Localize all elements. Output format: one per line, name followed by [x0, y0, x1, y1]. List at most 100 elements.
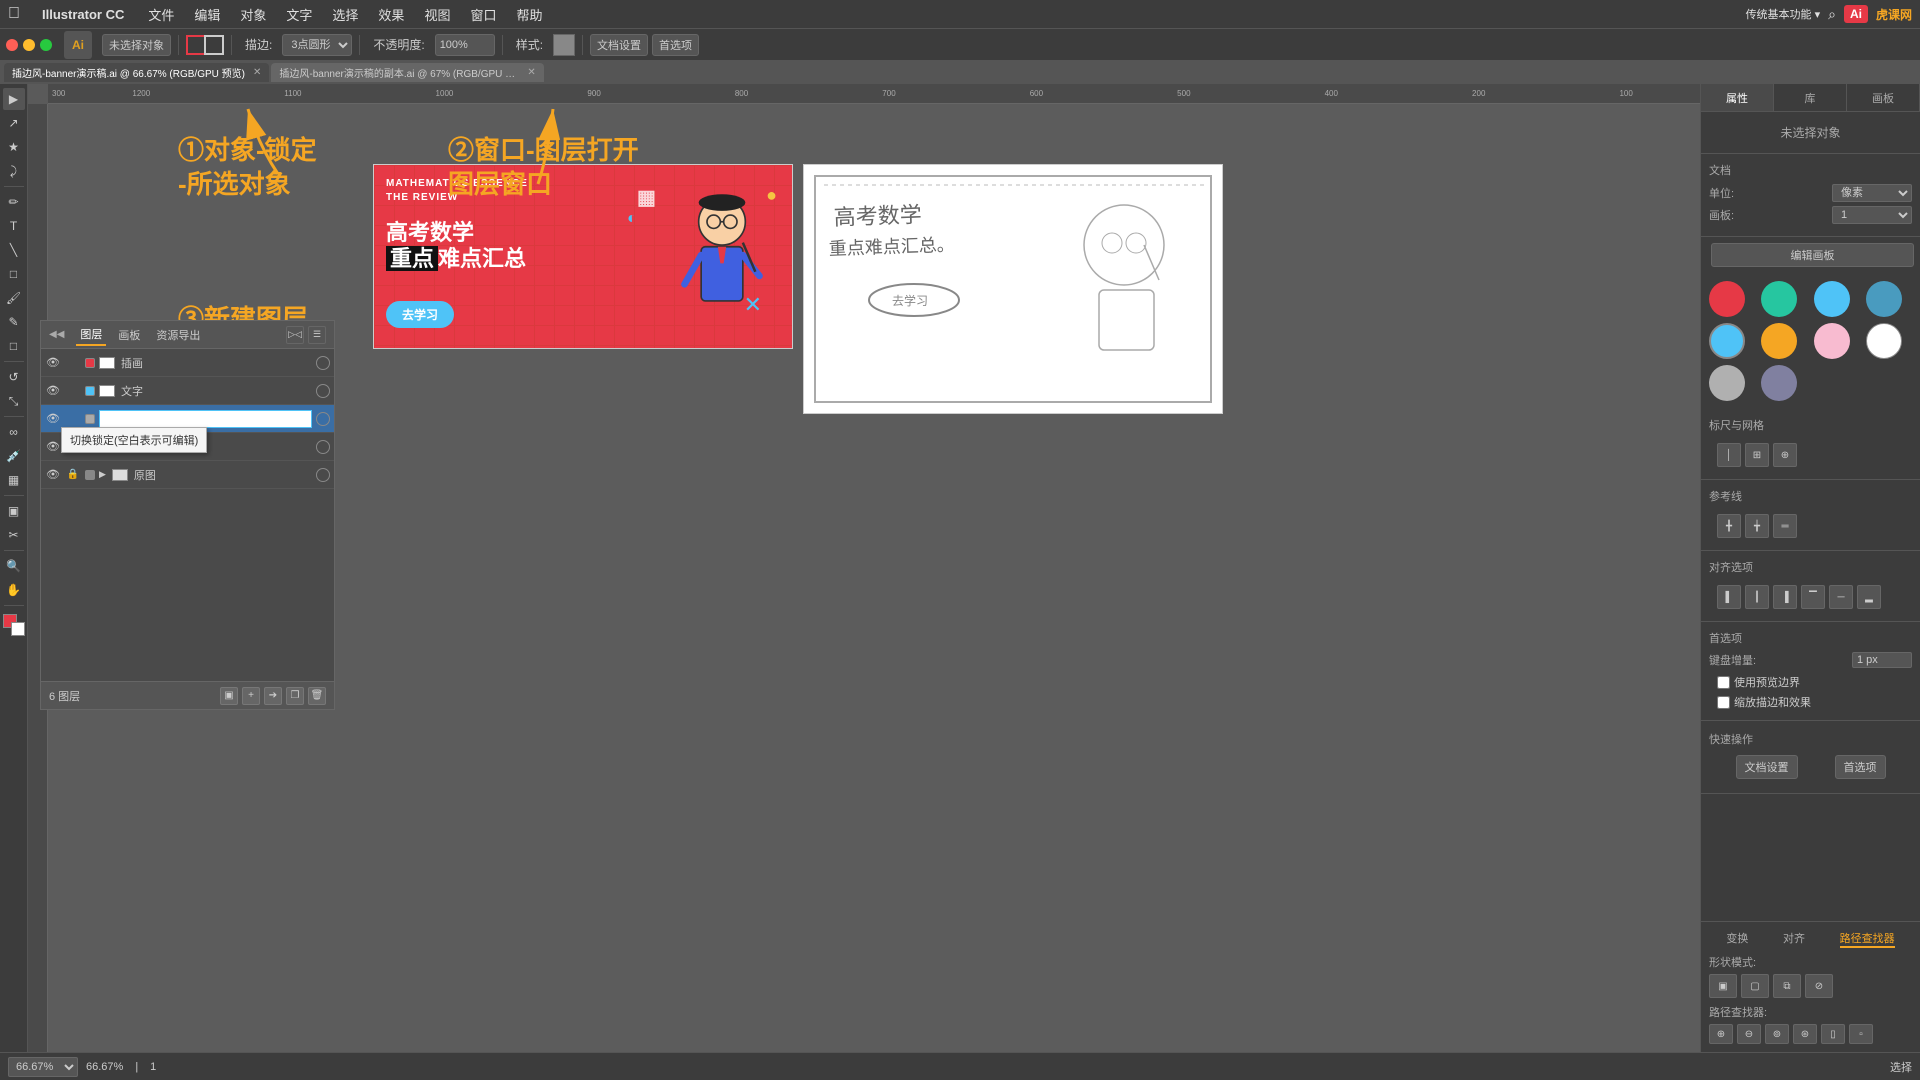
guide-btn-1[interactable]: ╋: [1717, 514, 1741, 538]
swatch-cyan2[interactable]: [1709, 323, 1745, 359]
pencil-tool[interactable]: ✎: [3, 311, 25, 333]
layers-tab-boards[interactable]: 画板: [114, 325, 144, 345]
swatch-orange[interactable]: [1761, 323, 1797, 359]
line-tool[interactable]: ╲: [3, 239, 25, 261]
layer-editing-eye[interactable]: 👁: [45, 411, 61, 427]
rect-tool[interactable]: □: [3, 263, 25, 285]
eyedropper-tool[interactable]: 💉: [3, 445, 25, 467]
stroke-select[interactable]: 3点圆形: [282, 34, 352, 56]
swatch-white[interactable]: [1866, 323, 1902, 359]
edit-template-btn[interactable]: 编辑画板: [1711, 243, 1914, 267]
snap-btn[interactable]: ⊕: [1773, 443, 1797, 467]
align-center-v[interactable]: ─: [1829, 585, 1853, 609]
layer-yuantu-lock[interactable]: 🔒: [65, 467, 81, 483]
artboard-tool[interactable]: ▣: [3, 500, 25, 522]
opacity-input[interactable]: [435, 34, 495, 56]
crop-btn[interactable]: ⊛: [1793, 1024, 1817, 1044]
style-preview[interactable]: [553, 34, 575, 56]
keyboard-input[interactable]: [1852, 652, 1912, 668]
swatch-teal[interactable]: [1761, 281, 1797, 317]
search-icon[interactable]: ⌕: [1828, 6, 1836, 23]
layer-wenzi-vis[interactable]: [316, 384, 330, 398]
layer-editing-lock[interactable]: [65, 411, 81, 427]
align-right[interactable]: ▐: [1773, 585, 1797, 609]
fill-color-btn[interactable]: [186, 35, 206, 55]
lasso-tool[interactable]: ⤸: [3, 160, 25, 182]
rotate-tool[interactable]: ↺: [3, 366, 25, 388]
align-tab[interactable]: 对齐: [1783, 930, 1805, 948]
layer-peisei-vis[interactable]: [316, 440, 330, 454]
scale-tool[interactable]: ⤡: [3, 390, 25, 412]
tab-1-close[interactable]: ✕: [253, 67, 261, 78]
copy-layer-btn[interactable]: ❐: [286, 687, 304, 705]
swatch-lightblue[interactable]: [1814, 281, 1850, 317]
stroke-color-btn[interactable]: [204, 35, 224, 55]
quick-doc-settings[interactable]: 文档设置: [1736, 755, 1798, 779]
round-corners-checkbox[interactable]: [1717, 696, 1730, 709]
menu-effect[interactable]: 效果: [368, 3, 414, 26]
preview-bounds-checkbox[interactable]: [1717, 676, 1730, 689]
delete-layer-btn[interactable]: 🗑: [308, 687, 326, 705]
create-sublayer-btn[interactable]: +: [242, 687, 260, 705]
zoom-tool[interactable]: 🔍: [3, 555, 25, 577]
select-tool[interactable]: ▶: [3, 88, 25, 110]
slice-tool[interactable]: ✂: [3, 524, 25, 546]
tab-1[interactable]: 插边风-banner演示稿.ai @ 66.67% (RGB/GPU 预览) ✕: [4, 63, 269, 82]
layer-editing-vis[interactable]: [316, 412, 330, 426]
tab-properties[interactable]: 属性: [1701, 84, 1774, 111]
hand-tool[interactable]: ✋: [3, 579, 25, 601]
layer-row-wenzi[interactable]: 👁 文字: [41, 377, 334, 405]
tab-2-close[interactable]: ✕: [527, 67, 535, 78]
menu-window[interactable]: 窗口: [460, 3, 506, 26]
move-to-btn[interactable]: ➔: [264, 687, 282, 705]
trim-btn[interactable]: ⊖: [1737, 1024, 1761, 1044]
layers-tab-export[interactable]: 资源导出: [152, 325, 204, 345]
doc-settings-btn[interactable]: 文档设置: [590, 34, 648, 56]
align-left[interactable]: ▌: [1717, 585, 1741, 609]
menu-edit[interactable]: 编辑: [184, 3, 230, 26]
quick-preferences[interactable]: 首选项: [1835, 755, 1886, 779]
maximize-window-btn[interactable]: [40, 39, 52, 51]
workspace-selector[interactable]: 传统基本功能 ▾: [1746, 6, 1821, 22]
layer-row-yuantu[interactable]: 👁 🔒 ▶ 原图: [41, 461, 334, 489]
close-window-btn[interactable]: [6, 39, 18, 51]
tab-2[interactable]: 插边风-banner演示稿的副本.ai @ 67% (RGB/GPU 预览) ✕: [271, 63, 543, 82]
layer-chua-vis[interactable]: [316, 356, 330, 370]
exclude-btn[interactable]: ⊘: [1805, 974, 1833, 998]
guide-btn-2[interactable]: ╈: [1745, 514, 1769, 538]
stroke-indicator[interactable]: [11, 622, 25, 636]
menu-select[interactable]: 选择: [322, 3, 368, 26]
magic-wand-tool[interactable]: ★: [3, 136, 25, 158]
preferences-btn[interactable]: 首选项: [652, 34, 699, 56]
layer-name-input[interactable]: [99, 410, 312, 428]
tab-artboards[interactable]: 画板: [1847, 84, 1920, 111]
swatch-gray[interactable]: [1709, 365, 1745, 401]
apple-logo[interactable]: : [8, 5, 20, 23]
layer-chua-lock[interactable]: [65, 355, 81, 371]
layers-menu-btn[interactable]: ☰: [308, 326, 326, 344]
eraser-tool[interactable]: □: [3, 335, 25, 357]
board-select[interactable]: 1: [1832, 206, 1912, 224]
menu-view[interactable]: 视图: [414, 3, 460, 26]
layer-wenzi-eye[interactable]: 👁: [45, 383, 61, 399]
minus-back-btn[interactable]: ▫: [1849, 1024, 1873, 1044]
menu-text[interactable]: 文字: [276, 3, 322, 26]
layer-peisei-eye[interactable]: 👁: [45, 439, 61, 455]
swatch-red[interactable]: [1709, 281, 1745, 317]
pathfinder-tab[interactable]: 路径查找器: [1840, 930, 1895, 948]
divide-btn[interactable]: ⊕: [1709, 1024, 1733, 1044]
pen-tool[interactable]: ✏: [3, 191, 25, 213]
unit-select[interactable]: 像素: [1832, 184, 1912, 202]
layer-wenzi-lock[interactable]: [65, 383, 81, 399]
layers-expand-btn[interactable]: ▷◁: [286, 326, 304, 344]
align-bottom[interactable]: ▂: [1857, 585, 1881, 609]
grid-btn[interactable]: ⊞: [1745, 443, 1769, 467]
direct-select-tool[interactable]: ↗: [3, 112, 25, 134]
menu-file[interactable]: 文件: [138, 3, 184, 26]
outline-btn[interactable]: ▯: [1821, 1024, 1845, 1044]
align-top[interactable]: ▔: [1801, 585, 1825, 609]
make-clipping-btn[interactable]: ▣: [220, 687, 238, 705]
swatch-cyan[interactable]: [1866, 281, 1902, 317]
layer-chua-eye[interactable]: 👁: [45, 355, 61, 371]
paintbrush-tool[interactable]: 🖌: [3, 287, 25, 309]
